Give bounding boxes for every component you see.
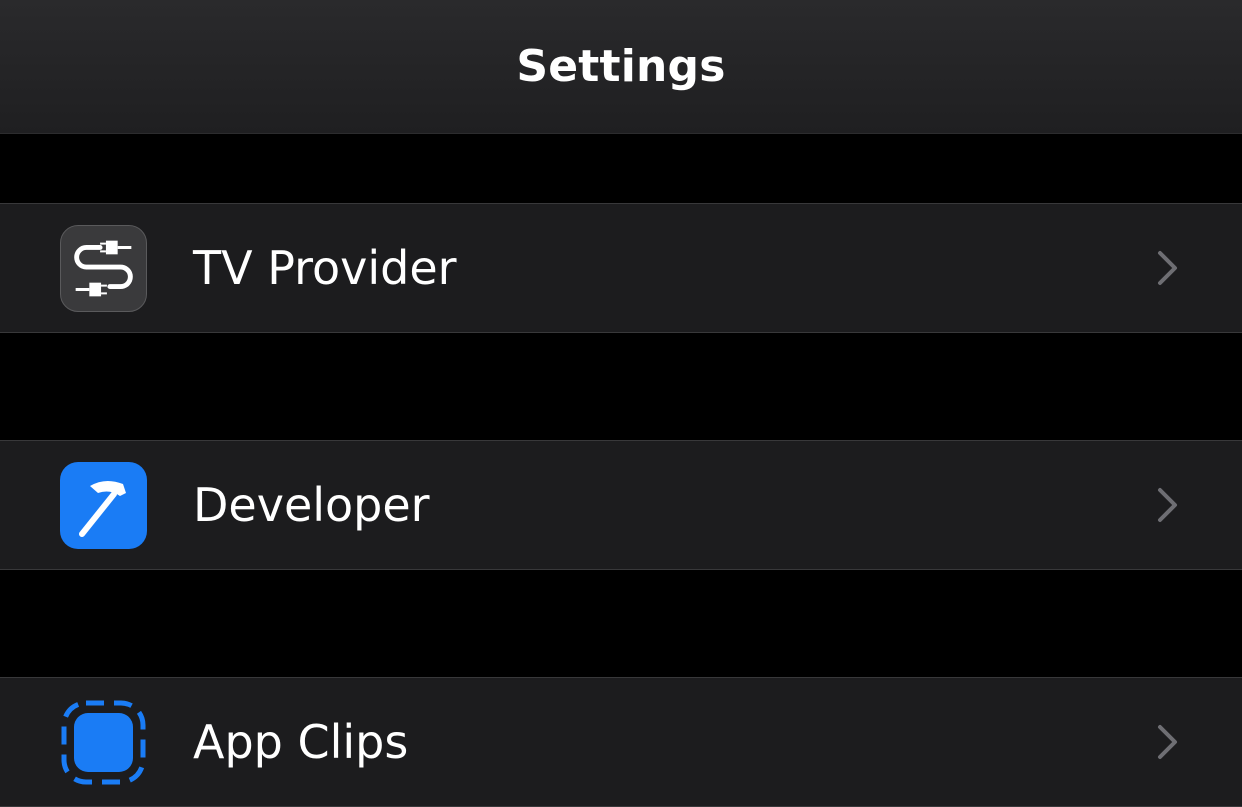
row-label-tv-provider: TV Provider bbox=[193, 241, 457, 295]
row-label-developer: Developer bbox=[193, 478, 430, 532]
hammer-icon bbox=[60, 461, 147, 549]
page-title: Settings bbox=[516, 41, 726, 92]
navigation-bar: Settings bbox=[0, 0, 1242, 134]
tv-provider-icon bbox=[60, 224, 147, 312]
settings-row-developer[interactable]: Developer bbox=[0, 440, 1242, 570]
chevron-right-icon bbox=[1158, 488, 1177, 522]
settings-row-tv-provider[interactable]: TV Provider bbox=[0, 203, 1242, 333]
settings-row-app-clips[interactable]: App Clips bbox=[0, 677, 1242, 807]
chevron-right-icon bbox=[1158, 725, 1177, 759]
app-clips-icon bbox=[60, 699, 147, 786]
row-label-app-clips: App Clips bbox=[193, 715, 409, 769]
chevron-right-icon bbox=[1158, 251, 1177, 285]
